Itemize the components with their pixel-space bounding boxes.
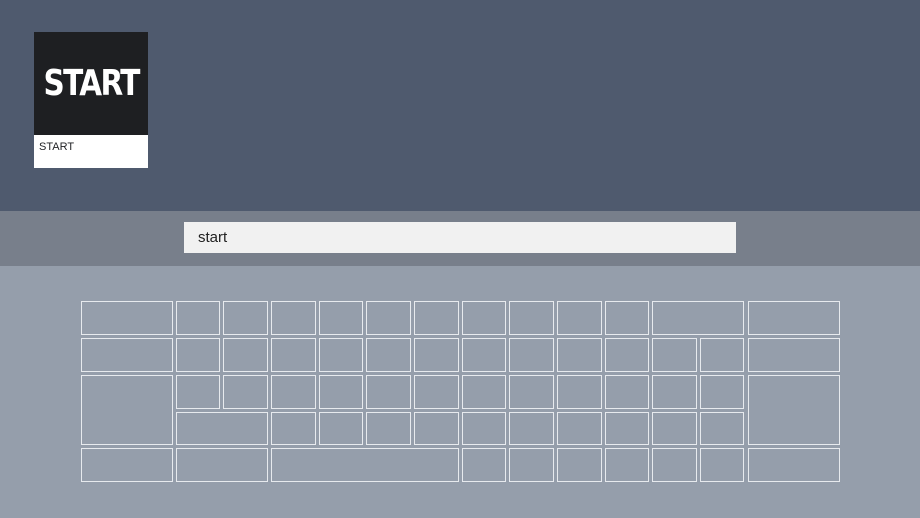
keyboard-key[interactable]: [652, 301, 744, 335]
keyboard-key[interactable]: [414, 338, 459, 372]
keyboard-key[interactable]: [462, 375, 506, 409]
results-panel: START START: [0, 0, 920, 211]
keyboard-key[interactable]: [605, 301, 649, 335]
keyboard-key[interactable]: [271, 338, 316, 372]
keyboard-key[interactable]: [557, 301, 602, 335]
keyboard-key[interactable]: [509, 448, 554, 482]
keyboard-key[interactable]: [462, 412, 506, 445]
space-key[interactable]: [271, 448, 459, 482]
keyboard-key[interactable]: [557, 338, 602, 372]
tile-caption: START: [39, 141, 75, 153]
keyboard-key[interactable]: [605, 448, 649, 482]
keyboard-key[interactable]: [176, 412, 268, 445]
keyboard-key[interactable]: [462, 448, 506, 482]
keyboard-key[interactable]: [81, 375, 173, 445]
keyboard-key[interactable]: [319, 301, 363, 335]
keyboard-key[interactable]: [366, 338, 411, 372]
keyboard-key[interactable]: [366, 375, 411, 409]
keyboard-key[interactable]: [748, 375, 840, 445]
keyboard-key[interactable]: [509, 338, 554, 372]
keyboard-key[interactable]: [748, 301, 840, 335]
keyboard-key[interactable]: [223, 375, 268, 409]
keyboard-key[interactable]: [748, 338, 840, 372]
keyboard-key[interactable]: [605, 412, 649, 445]
keyboard-key[interactable]: [605, 375, 649, 409]
search-input[interactable]: [184, 222, 736, 253]
keyboard-key[interactable]: [271, 375, 316, 409]
keyboard-key[interactable]: [319, 338, 363, 372]
keyboard-key[interactable]: [557, 375, 602, 409]
keyboard-key[interactable]: [223, 338, 268, 372]
keyboard-key[interactable]: [557, 448, 602, 482]
keyboard-key[interactable]: [605, 338, 649, 372]
keyboard-key[interactable]: [652, 412, 697, 445]
tile-logo: START: [43, 63, 140, 104]
on-screen-keyboard: [0, 266, 920, 518]
keyboard-key[interactable]: [271, 301, 316, 335]
keyboard-key[interactable]: [81, 338, 173, 372]
keyboard-key[interactable]: [176, 301, 220, 335]
keyboard-key[interactable]: [700, 375, 744, 409]
keyboard-key[interactable]: [271, 412, 316, 445]
result-tile[interactable]: START START: [34, 32, 148, 168]
keyboard-key[interactable]: [81, 448, 173, 482]
keyboard-key[interactable]: [652, 338, 697, 372]
tile-artwork: START: [34, 32, 148, 135]
keyboard-key[interactable]: [414, 375, 459, 409]
keyboard-key[interactable]: [557, 412, 602, 445]
keyboard-key[interactable]: [414, 301, 459, 335]
keyboard-key[interactable]: [652, 448, 697, 482]
keyboard-key[interactable]: [462, 338, 506, 372]
keyboard-key[interactable]: [366, 301, 411, 335]
keyboard-key[interactable]: [509, 412, 554, 445]
keyboard-key[interactable]: [223, 301, 268, 335]
keyboard-key[interactable]: [319, 375, 363, 409]
keyboard-key[interactable]: [700, 412, 744, 445]
keyboard-key[interactable]: [176, 448, 268, 482]
keyboard-key[interactable]: [509, 301, 554, 335]
keyboard-key[interactable]: [700, 448, 744, 482]
keyboard-key[interactable]: [176, 338, 220, 372]
keyboard-key[interactable]: [652, 375, 697, 409]
keyboard-key[interactable]: [748, 448, 840, 482]
keyboard-key[interactable]: [366, 412, 411, 445]
keyboard-key[interactable]: [319, 412, 363, 445]
keyboard-key[interactable]: [414, 412, 459, 445]
search-bar: [0, 211, 920, 266]
keyboard-key[interactable]: [81, 301, 173, 335]
keyboard-key[interactable]: [462, 301, 506, 335]
keyboard-key[interactable]: [509, 375, 554, 409]
keyboard-key[interactable]: [700, 338, 744, 372]
keyboard-key[interactable]: [176, 375, 220, 409]
